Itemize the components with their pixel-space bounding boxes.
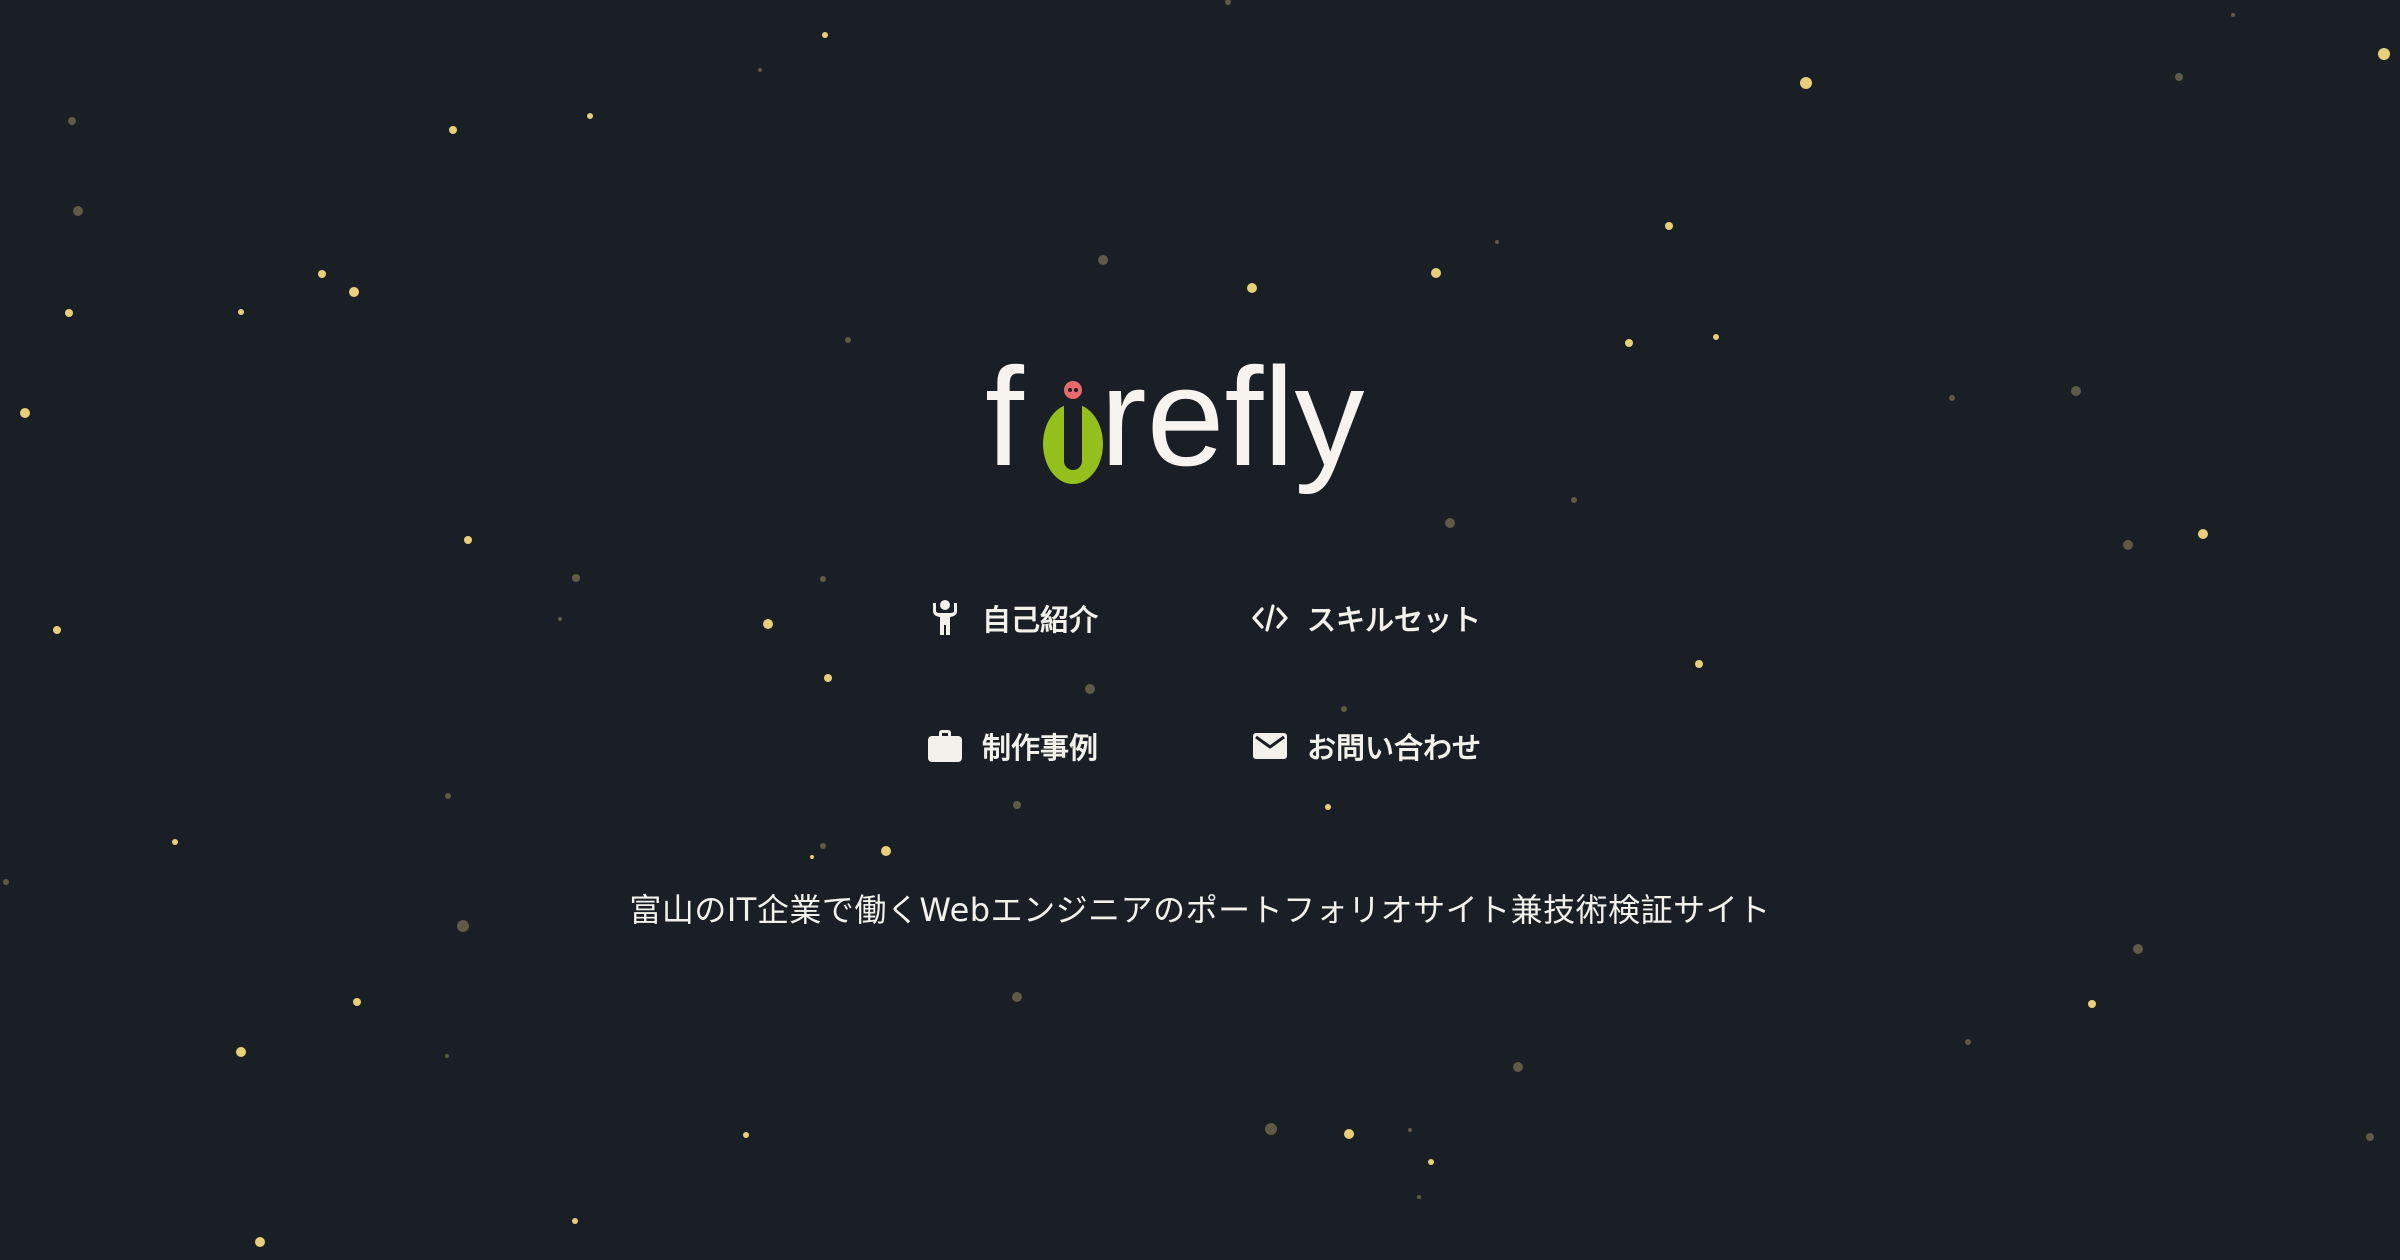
star-dot: [1428, 1159, 1434, 1165]
star-dot: [445, 1054, 449, 1058]
star-dot: [1445, 518, 1455, 528]
nav-item-works[interactable]: 制作事例: [920, 718, 1098, 774]
star-dot: [349, 287, 359, 297]
star-dot: [1571, 497, 1577, 503]
star-dot: [318, 270, 326, 278]
star-dot: [824, 674, 832, 682]
nav-item-label: 自己紹介: [982, 603, 1099, 637]
star-dot: [255, 1237, 265, 1247]
star-dot: [1225, 0, 1231, 5]
star-dot: [1695, 660, 1703, 668]
star-dot: [820, 576, 826, 582]
star-dot: [2231, 13, 2235, 17]
star-dot: [1431, 268, 1441, 278]
logo-letter-f: f: [985, 340, 1025, 495]
star-dot: [1013, 801, 1021, 809]
star-dot: [587, 113, 593, 119]
firefly-logo[interactable]: f refly: [985, 340, 1405, 510]
nav-item-label: お問い合わせ: [1307, 731, 1482, 765]
star-dot: [763, 619, 773, 629]
star-dot: [2366, 1133, 2374, 1141]
star-dot: [449, 126, 457, 134]
star-dot: [238, 309, 244, 315]
main-navigation: 自己紹介 スキルセット 制作事例 お問い合わせ: [920, 590, 1481, 790]
star-dot: [845, 337, 851, 343]
site-tagline: 富山のIT企業で働くWebエンジニアのポートフォリオサイト兼技術検証サイト: [629, 891, 1771, 929]
star-dot: [1495, 240, 1499, 244]
star-dot: [1417, 1195, 1421, 1199]
star-dot: [1713, 334, 1719, 340]
star-dot: [1012, 992, 1022, 1002]
star-dot: [73, 206, 83, 216]
nav-item-skillset[interactable]: スキルセット: [1245, 590, 1481, 646]
star-dot: [1265, 1123, 1277, 1135]
page: f refly 自己紹介 スキルセット 制作事例 お問い合わせ 富山のIT企業で…: [0, 0, 2400, 1260]
star-dot: [1800, 77, 1812, 89]
star-dot: [2088, 1000, 2096, 1008]
nav-item-contact[interactable]: お問い合わせ: [1245, 718, 1481, 774]
star-dot: [236, 1047, 246, 1057]
star-dot: [2198, 529, 2208, 539]
nav-item-label: 制作事例: [982, 731, 1099, 765]
logo-letters-refly: refly: [1100, 340, 1364, 495]
star-dot: [1344, 1129, 1354, 1139]
nav-item-label: スキルセット: [1307, 603, 1482, 637]
star-dot: [353, 998, 361, 1006]
star-dot: [1949, 395, 1955, 401]
star-dot: [2123, 540, 2133, 550]
star-dot: [1965, 1039, 1971, 1045]
star-dot: [572, 1218, 578, 1224]
star-dot: [2133, 944, 2143, 954]
star-dot: [172, 839, 178, 845]
star-dot: [1625, 339, 1633, 347]
star-dot: [1325, 804, 1331, 810]
star-dot: [1247, 283, 1257, 293]
star-dot: [558, 617, 562, 621]
star-dot: [820, 843, 826, 849]
star-dot: [1408, 1128, 1412, 1132]
star-dot: [20, 408, 30, 418]
star-dot: [572, 574, 580, 582]
star-dot: [68, 117, 76, 125]
star-dot: [2175, 73, 2183, 81]
star-dot: [1098, 255, 1108, 265]
star-dot: [822, 32, 828, 38]
firefly-logo-graphic: f refly: [985, 340, 1364, 495]
mail-icon: [1245, 721, 1295, 771]
star-dot: [758, 68, 762, 72]
star-dot: [464, 536, 472, 544]
person-icon: [920, 593, 970, 643]
star-dot: [2071, 386, 2081, 396]
star-dot: [65, 309, 73, 317]
star-dot: [2378, 48, 2390, 60]
star-dot: [881, 846, 891, 856]
briefcase-icon: [920, 721, 970, 771]
star-dot: [53, 626, 61, 634]
nav-item-profile[interactable]: 自己紹介: [920, 590, 1098, 646]
star-dot: [810, 855, 814, 859]
firefly-mascot-icon: [1043, 366, 1103, 484]
star-dot: [1513, 1062, 1523, 1072]
star-dot: [1665, 222, 1673, 230]
star-dot: [743, 1132, 749, 1138]
star-dot: [445, 793, 451, 799]
code-icon: [1245, 593, 1295, 643]
